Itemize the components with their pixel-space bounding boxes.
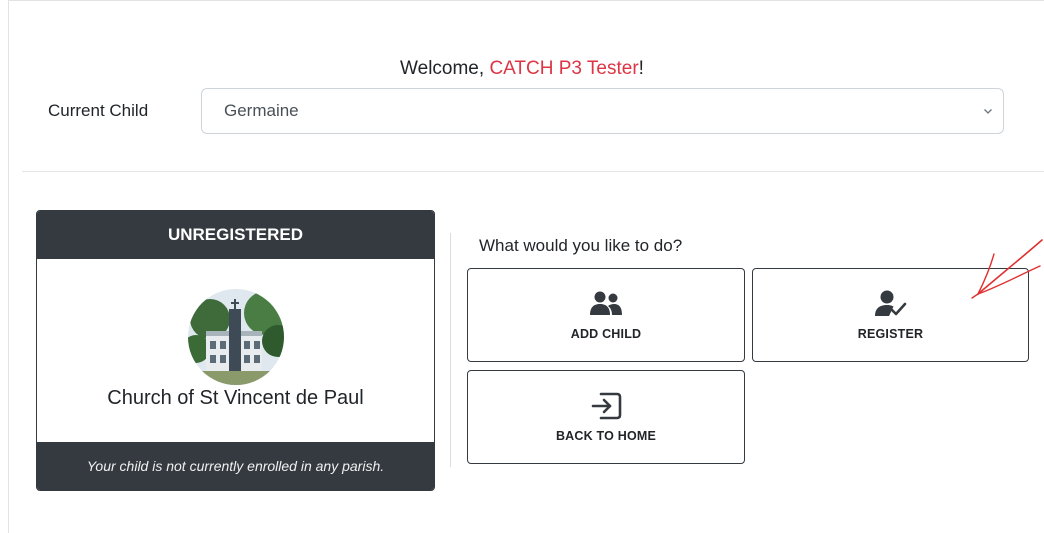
church-name: Church of St Vincent de Paul [107, 387, 364, 409]
chevron-down-icon [984, 109, 992, 114]
back-to-home-label: BACK TO HOME [555, 429, 657, 443]
enrollment-note: Your child is not currently enrolled in … [37, 442, 434, 490]
registration-status: UNREGISTERED [37, 211, 434, 259]
register-label: REGISTER [857, 327, 924, 341]
parish-card-body: Church of St Vincent de Paul [37, 259, 434, 444]
sign-in-icon [591, 392, 622, 420]
church-image [188, 289, 284, 385]
vertical-divider [450, 233, 451, 467]
back-to-home-button[interactable]: BACK TO HOME [467, 370, 745, 464]
user-name: CATCH P3 Tester [489, 58, 639, 79]
add-child-label: ADD CHILD [570, 327, 642, 341]
current-child-label: Current Child [48, 101, 149, 120]
parish-card: UNREGISTERED Church of St Vincent de Pau… [36, 210, 435, 491]
welcome-suffix: ! [638, 58, 644, 79]
red-arrow-annotation [971, 239, 1043, 299]
welcome-message: Welcome, CATCH P3 Tester! [0, 58, 1044, 80]
add-child-button[interactable]: ADD CHILD [467, 268, 745, 362]
user-check-icon [874, 290, 906, 316]
welcome-prefix: Welcome, [400, 58, 490, 79]
current-child-select[interactable]: Germaine [201, 88, 1004, 134]
actions-prompt: What would you like to do? [479, 236, 683, 255]
current-child-value: Germaine [224, 101, 299, 120]
divider [22, 171, 1044, 172]
users-icon [590, 291, 622, 315]
